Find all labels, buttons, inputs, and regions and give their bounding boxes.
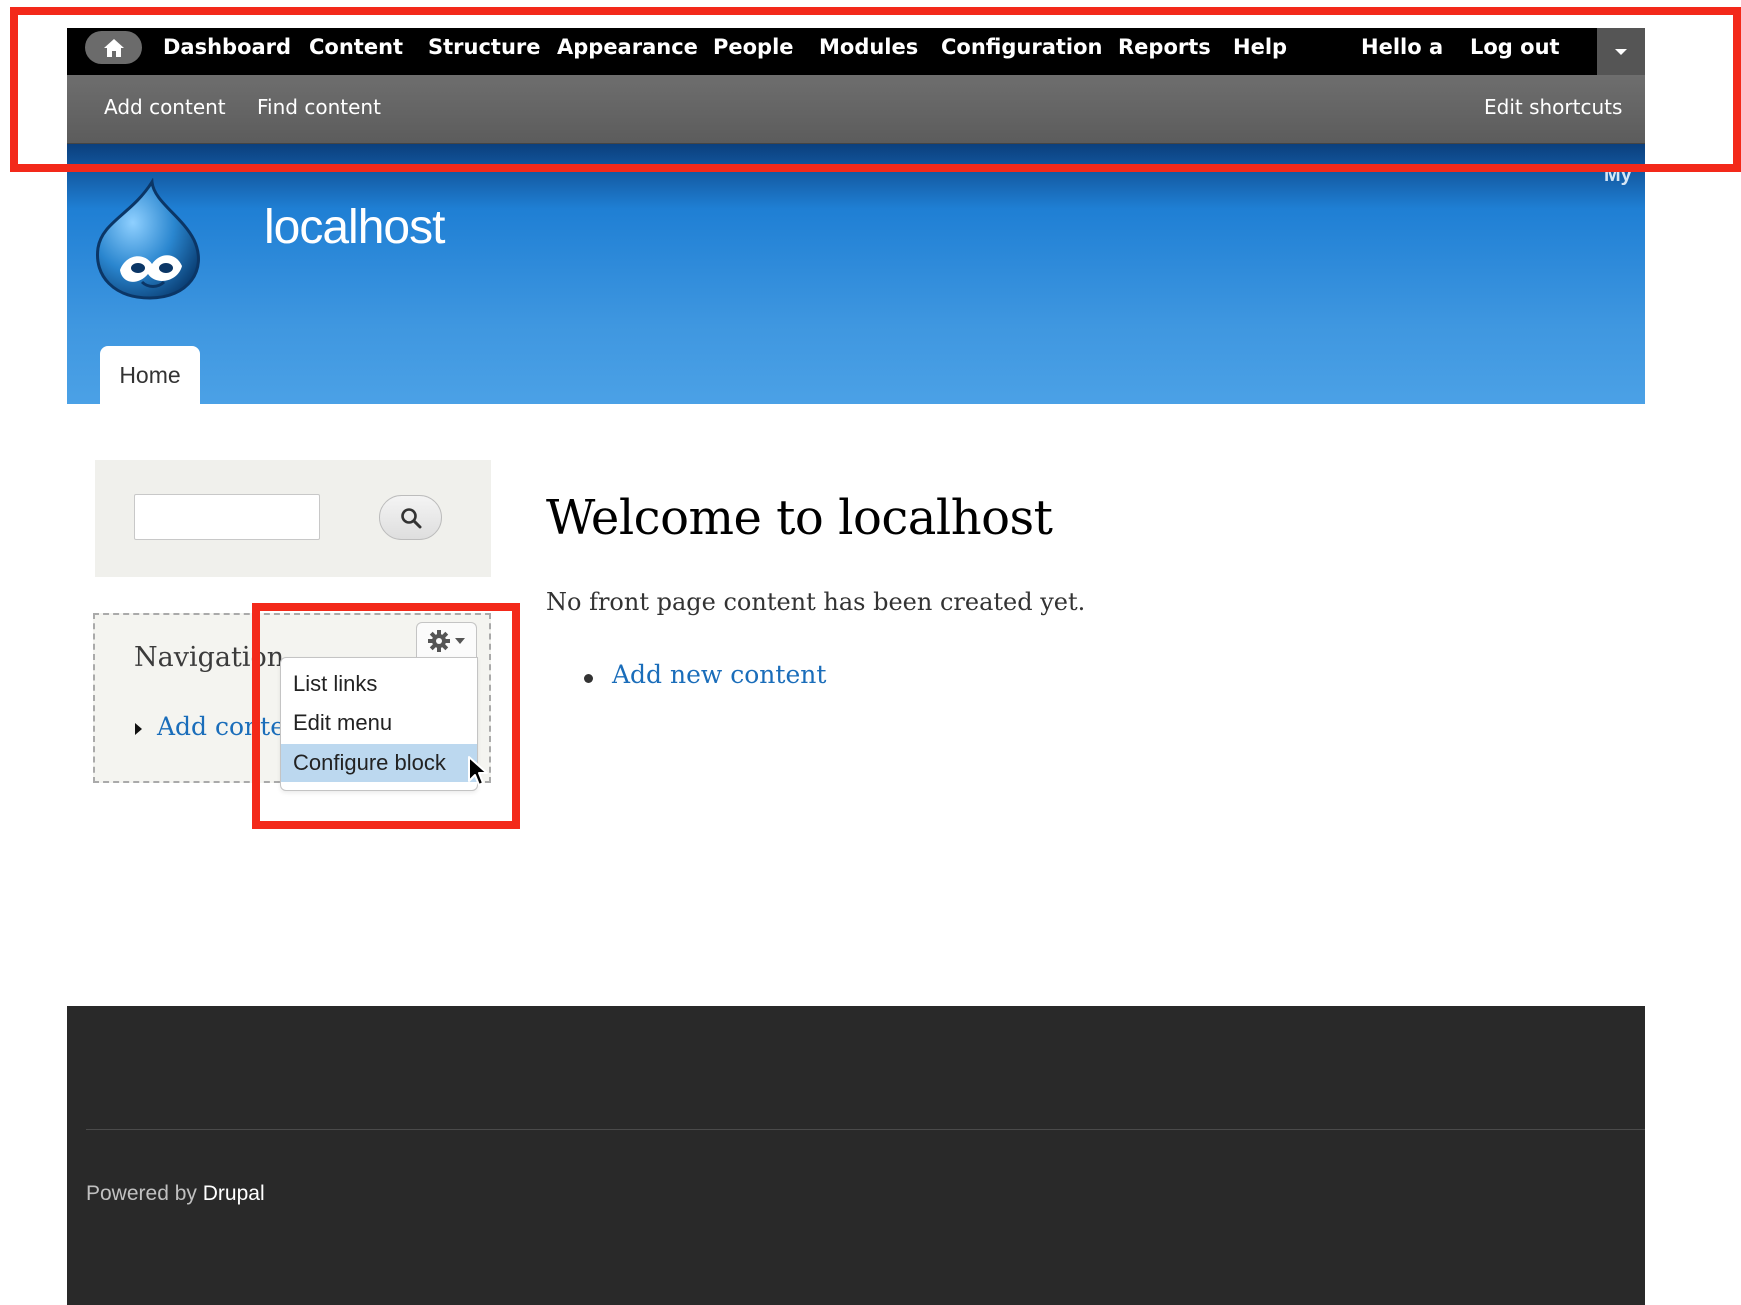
search-icon <box>400 507 421 528</box>
annotation-box-toolbar <box>10 7 1741 172</box>
drupal-drop-logo <box>96 177 200 300</box>
add-new-content-link[interactable]: Add new content <box>612 660 826 689</box>
site-header <box>67 144 1645 404</box>
tab-home[interactable]: Home <box>100 346 200 404</box>
annotation-box-contextual-menu <box>252 603 520 829</box>
powered-by-prefix: Powered by <box>86 1182 197 1205</box>
empty-front-page-message: No front page content has been created y… <box>546 588 1086 616</box>
page-title: Welcome to localhost <box>546 490 1053 546</box>
list-bullet <box>584 674 593 683</box>
drupal-logo[interactable] <box>92 177 204 306</box>
site-name[interactable]: localhost <box>264 200 445 255</box>
powered-by-text: Powered by Drupal <box>86 1182 265 1206</box>
search-button[interactable] <box>379 495 442 540</box>
site-footer <box>67 1006 1645 1305</box>
drupal-link[interactable]: Drupal <box>203 1182 265 1205</box>
collapsed-arrow-icon <box>135 723 142 735</box>
search-input[interactable] <box>134 494 320 540</box>
footer-divider <box>86 1129 1645 1130</box>
tab-home-label: Home <box>119 361 181 388</box>
